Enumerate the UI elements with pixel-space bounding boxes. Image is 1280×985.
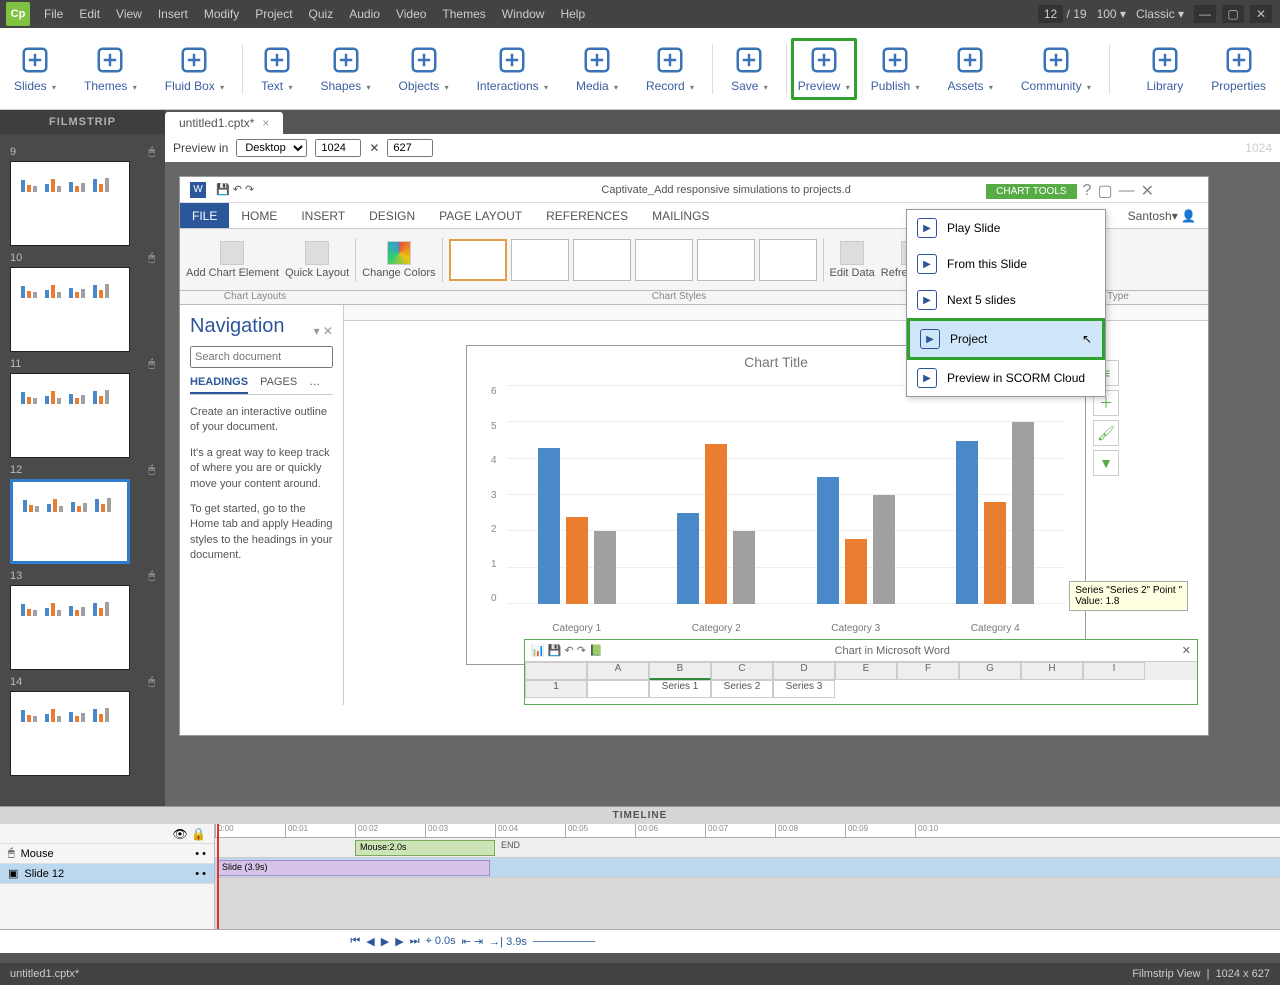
ribbon-preview[interactable]: Preview ▾ xyxy=(791,38,857,100)
ribbon-themes[interactable]: Themes ▾ xyxy=(70,45,151,93)
status-bar: untitled1.cptx* Filmstrip View | 1024 x … xyxy=(0,963,1280,985)
device-select[interactable]: Desktop xyxy=(236,139,307,157)
ribbon-media[interactable]: Media ▾ xyxy=(562,45,632,93)
menu-insert[interactable]: Insert xyxy=(150,7,196,21)
main-area: 9🖱 10🖱 11🖱 12🖱 13🖱 xyxy=(0,134,1280,806)
preview-bar: Preview in Desktop ✕ 1024 xyxy=(165,134,1280,162)
filmstrip-slide-12[interactable]: 12🖱 xyxy=(10,464,155,564)
step-fwd-icon[interactable]: ▶ xyxy=(395,935,403,948)
ribbon-publish[interactable]: Publish ▾ xyxy=(857,45,934,93)
ribbon-community[interactable]: Community ▾ xyxy=(1007,45,1105,93)
excel-close-icon[interactable]: ✕ xyxy=(1182,644,1191,657)
filmstrip-slide-14[interactable]: 14🖱 xyxy=(10,676,155,776)
word-tab-insert[interactable]: INSERT xyxy=(289,203,357,228)
ribbon-shapes[interactable]: Shapes ▾ xyxy=(306,45,384,93)
word-tab-page-layout[interactable]: PAGE LAYOUT xyxy=(427,203,534,228)
quick-layout[interactable]: Quick Layout xyxy=(285,241,349,279)
preview-project[interactable]: ▶Project↖ xyxy=(907,318,1105,360)
ribbon-library[interactable]: Library xyxy=(1133,45,1198,93)
mouse-clip[interactable]: Mouse:2.0s xyxy=(355,840,495,856)
preview-dropdown: ▶Play Slide▶From this Slide▶Next 5 slide… xyxy=(906,209,1106,397)
canvas-area: Preview in Desktop ✕ 1024 W 💾 ↶ ↷ Captiv… xyxy=(165,134,1280,806)
filmstrip-slide-11[interactable]: 11🖱 xyxy=(10,358,155,458)
word-tab-design[interactable]: DESIGN xyxy=(357,203,427,228)
menu-view[interactable]: View xyxy=(108,7,150,21)
word-tab-references[interactable]: REFERENCES xyxy=(534,203,640,228)
track-mouse[interactable]: 🖱 Mouse• • xyxy=(0,844,214,864)
menu-themes[interactable]: Themes xyxy=(434,7,493,21)
tab-close-icon[interactable]: × xyxy=(262,116,269,130)
maximize-icon[interactable]: ▢ xyxy=(1222,5,1244,23)
ribbon-text[interactable]: Text ▾ xyxy=(247,45,306,93)
word-tab-mailings[interactable]: MAILINGS xyxy=(640,203,721,228)
document-tabs: FILMSTRIP untitled1.cptx* × xyxy=(0,110,1280,134)
filmstrip-slide-10[interactable]: 10🖱 xyxy=(10,252,155,352)
ribbon-record[interactable]: Record ▾ xyxy=(632,45,708,93)
menu-audio[interactable]: Audio xyxy=(341,7,388,21)
menu-help[interactable]: Help xyxy=(552,7,593,21)
chart-tools-label: CHART TOOLS xyxy=(986,184,1076,199)
preview-preview-in-scorm-cloud[interactable]: ▶Preview in SCORM Cloud xyxy=(907,360,1105,396)
nav-headings[interactable]: HEADINGS xyxy=(190,376,248,394)
minimize-icon[interactable]: — xyxy=(1194,5,1216,23)
ribbon-fluid-box[interactable]: Fluid Box ▾ xyxy=(151,45,238,93)
menu-window[interactable]: Window xyxy=(494,7,553,21)
track-slide[interactable]: ▣ Slide 12• • xyxy=(0,864,214,884)
nav-search-input[interactable] xyxy=(190,346,333,368)
preview-play-slide[interactable]: ▶Play Slide xyxy=(907,210,1105,246)
app-menubar: Cp FileEditViewInsertModifyProjectQuizAu… xyxy=(0,0,1280,28)
ribbon-properties[interactable]: Properties xyxy=(1197,45,1280,93)
filmstrip-slide-13[interactable]: 13🖱 xyxy=(10,570,155,670)
layout-select[interactable]: Classic ▾ xyxy=(1136,7,1184,21)
preview-next-5-slides[interactable]: ▶Next 5 slides xyxy=(907,282,1105,318)
page-num: 12 / 19 xyxy=(1038,7,1087,21)
stage: W 💾 ↶ ↷ Captivate_Add responsive simulat… xyxy=(179,176,1209,736)
data-tooltip: Series "Series 2" Point "Value: 1.8 xyxy=(1069,581,1188,611)
main-ribbon: Slides ▾Themes ▾Fluid Box ▾Text ▾Shapes … xyxy=(0,28,1280,110)
play-icon[interactable]: ▶ xyxy=(381,935,389,948)
change-colors[interactable]: Change Colors xyxy=(362,241,435,279)
word-user[interactable]: Santosh ▾ 👤 xyxy=(1116,203,1208,228)
word-logo-icon: W xyxy=(190,182,206,198)
chart-styles-gallery[interactable] xyxy=(449,239,817,281)
slide-clip[interactable]: Slide (3.9s) xyxy=(217,860,490,876)
menu-project[interactable]: Project xyxy=(247,7,300,21)
ribbon-assets[interactable]: Assets ▾ xyxy=(934,45,1007,93)
zoom[interactable]: 100 ▾ xyxy=(1097,7,1126,21)
ribbon-save[interactable]: Save ▾ xyxy=(717,45,782,93)
document-tab[interactable]: untitled1.cptx* × xyxy=(165,112,283,134)
nav-pages[interactable]: PAGES xyxy=(260,376,297,394)
step-back-icon[interactable]: ◀ xyxy=(366,935,374,948)
edit-data[interactable]: Edit Data xyxy=(830,241,875,279)
word-tab-home[interactable]: HOME xyxy=(229,203,289,228)
chart-filter-icon[interactable]: ▼ xyxy=(1093,450,1119,476)
timeline-controls: ⏮ ◀ ▶ ▶ ⏭ ⌖ 0.0s ⇤ ⇥ →| 3.9s ──────── xyxy=(0,929,1280,953)
timeline-header: TIMELINE xyxy=(0,806,1280,824)
app-logo: Cp xyxy=(6,2,30,26)
ribbon-interactions[interactable]: Interactions ▾ xyxy=(463,45,562,93)
filmstrip-panel: 9🖱 10🖱 11🖱 12🖱 13🖱 xyxy=(0,134,165,806)
close-icon[interactable]: ✕ xyxy=(1250,5,1272,23)
menu-edit[interactable]: Edit xyxy=(71,7,108,21)
stage-height[interactable] xyxy=(387,139,433,157)
ribbon-slides[interactable]: Slides ▾ xyxy=(0,45,70,93)
filmstrip-slide-9[interactable]: 9🖱 xyxy=(10,146,155,246)
timeline-panel: 👁 🔒 🖱 Mouse• • ▣ Slide 12• • 0:0000:0100… xyxy=(0,824,1280,929)
menu-quiz[interactable]: Quiz xyxy=(301,7,342,21)
filmstrip-header: FILMSTRIP xyxy=(0,110,165,134)
ribbon-objects[interactable]: Objects ▾ xyxy=(385,45,463,93)
skip-start-icon[interactable]: ⏮ xyxy=(350,935,360,948)
chart-style-icon[interactable]: 🖌 xyxy=(1093,420,1119,446)
navigation-pane: Navigation▾ ✕ HEADINGS PAGES … Create an… xyxy=(180,305,344,705)
stage-width[interactable] xyxy=(315,139,361,157)
skip-end-icon[interactable]: ⏭ xyxy=(410,935,420,948)
add-chart-element[interactable]: Add Chart Element xyxy=(186,241,279,279)
word-tab-file[interactable]: FILE xyxy=(180,203,229,228)
preview-from-this-slide[interactable]: ▶From this Slide xyxy=(907,246,1105,282)
menu-video[interactable]: Video xyxy=(388,7,434,21)
menu-modify[interactable]: Modify xyxy=(196,7,247,21)
menu-file[interactable]: File xyxy=(36,7,71,21)
